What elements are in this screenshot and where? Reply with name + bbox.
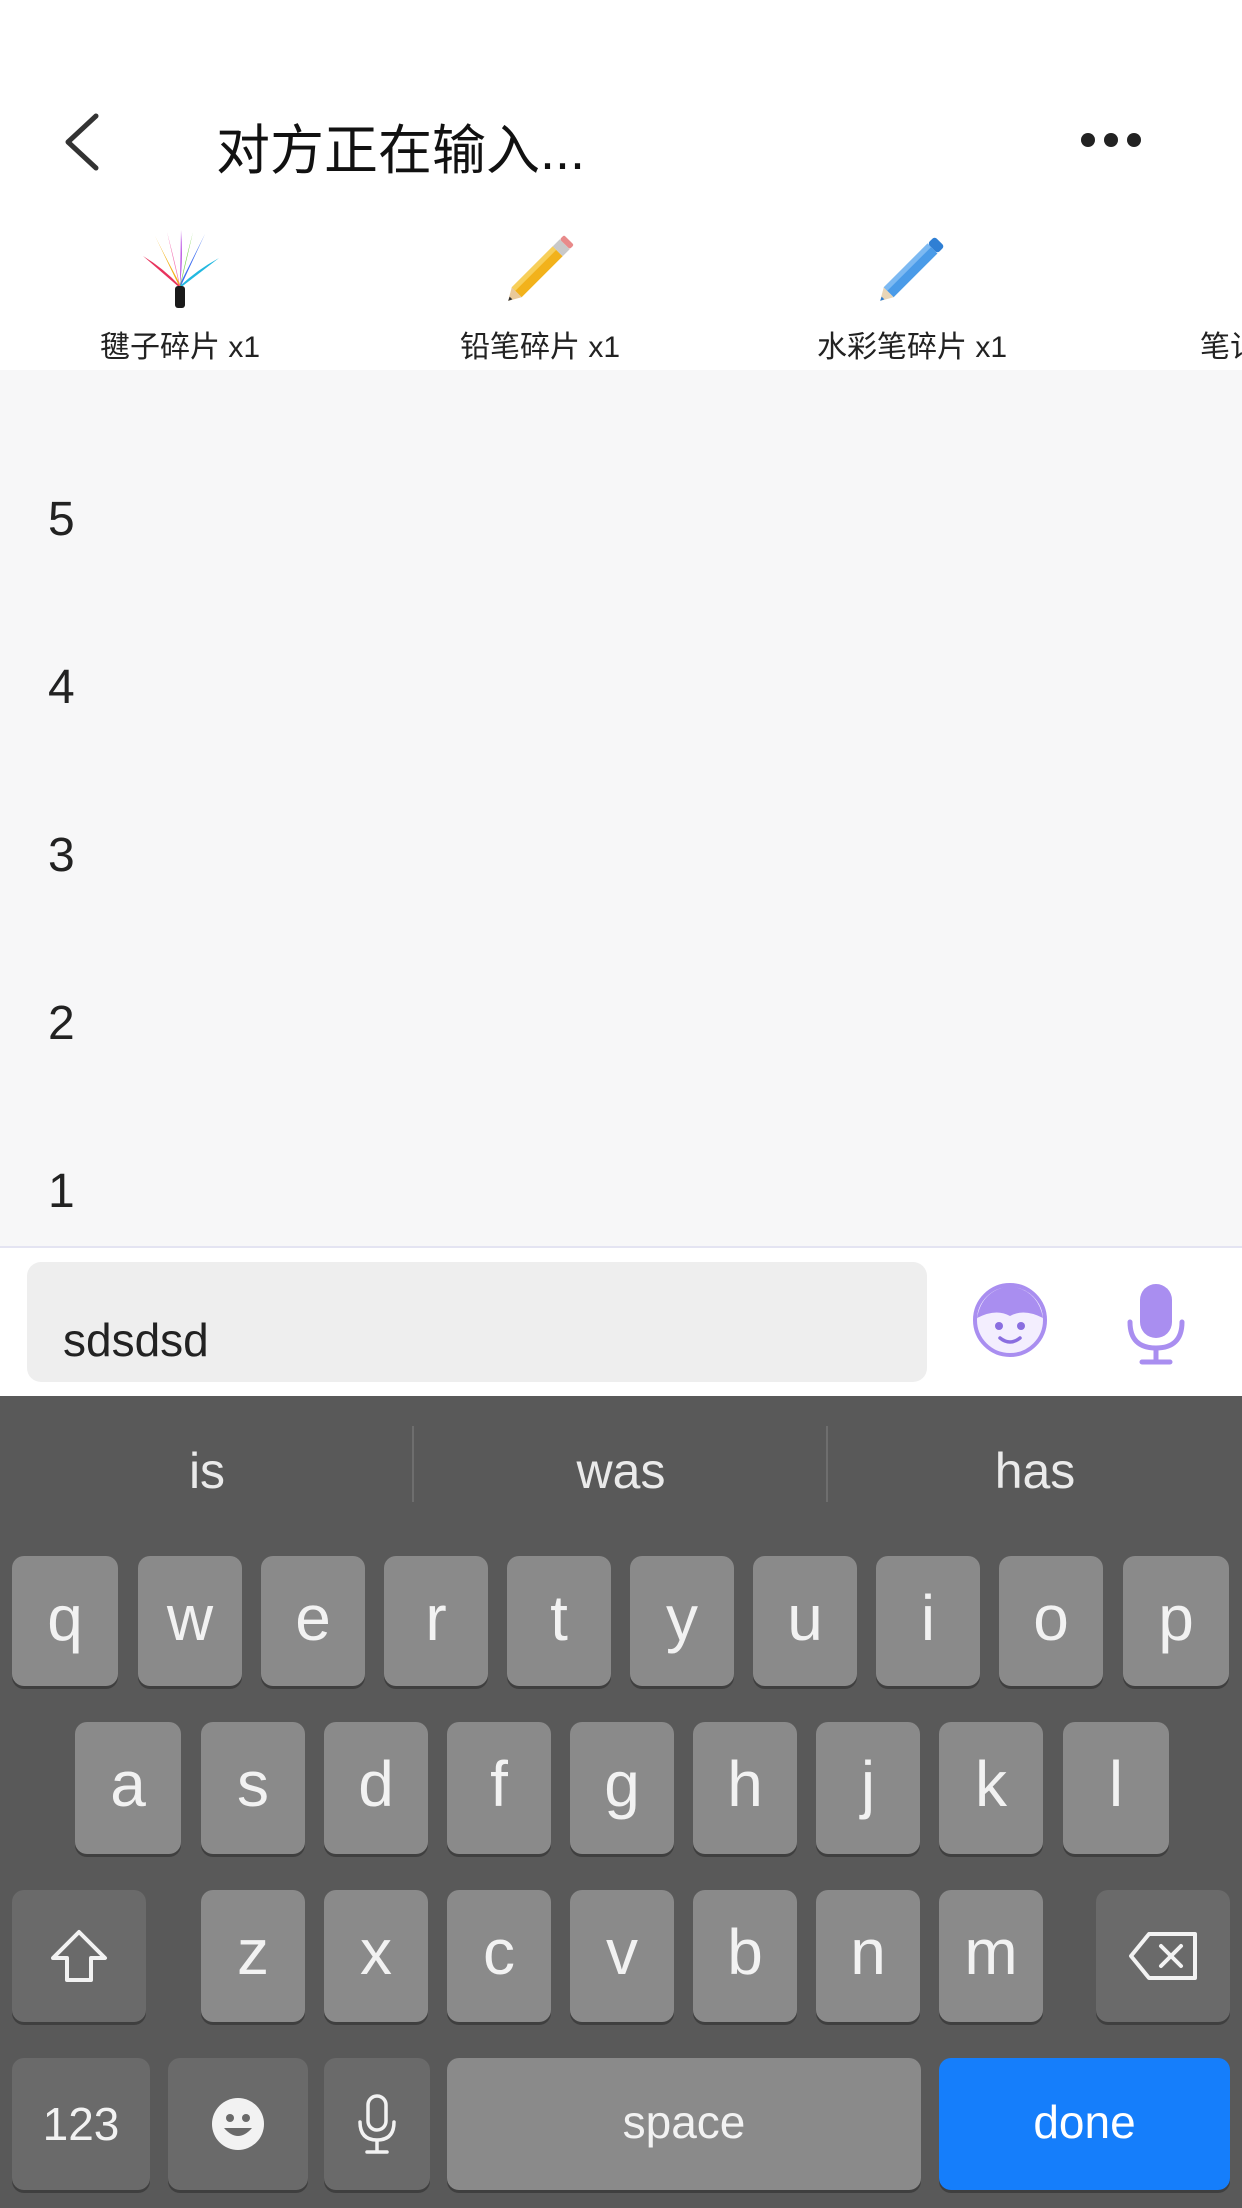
shift-key[interactable] [12, 1890, 146, 2022]
gift-label: 毽子碎片 x1 [99, 331, 261, 364]
key-e[interactable]: e [261, 1556, 365, 1686]
numbers-key[interactable]: 123 [12, 2058, 150, 2190]
suggestion-item[interactable]: has [828, 1426, 1242, 1516]
message-input[interactable]: sdsdsd [27, 1262, 927, 1382]
key-c[interactable]: c [447, 1890, 551, 2022]
key-x[interactable]: x [324, 1890, 428, 2022]
key-h[interactable]: h [693, 1722, 797, 1854]
suggestion-item[interactable]: was [414, 1426, 828, 1516]
key-m[interactable]: m [939, 1890, 1043, 2022]
keyboard: is was has q w e r t y u i o p a s d f g… [0, 1396, 1242, 2208]
key-t[interactable]: t [507, 1556, 611, 1686]
space-key[interactable]: space [447, 2058, 921, 2190]
more-button[interactable] [1076, 122, 1146, 158]
microphone-icon [1127, 1284, 1185, 1365]
suggestion-item[interactable]: is [0, 1426, 414, 1516]
key-a[interactable]: a [75, 1722, 181, 1854]
message-list[interactable]: 5 4 3 2 1 [0, 370, 1242, 1248]
key-d[interactable]: d [324, 1722, 428, 1854]
key-r[interactable]: r [384, 1556, 488, 1686]
face-icon [973, 1283, 1047, 1357]
chat-input-bar: sdsdsd [0, 1250, 1242, 1396]
gift-label: 笔记 [1200, 331, 1242, 364]
chevron-left-icon [65, 113, 99, 171]
gift-item-pencil[interactable]: 铅笔碎片 x1 [390, 210, 690, 370]
gift-label: 水彩笔碎片 x1 [816, 331, 1008, 364]
shift-icon [51, 1930, 107, 1982]
key-b[interactable]: b [693, 1890, 797, 2022]
message-item: 1 [48, 1165, 75, 1218]
ellipsis-icon [1081, 133, 1141, 147]
emoji-button[interactable] [972, 1282, 1048, 1358]
gift-label: 铅笔碎片 x1 [459, 331, 621, 364]
backspace-icon [1129, 1932, 1197, 1980]
message-item: 2 [48, 997, 75, 1050]
dictation-key[interactable] [324, 2058, 430, 2190]
key-o[interactable]: o [999, 1556, 1103, 1686]
message-item: 4 [48, 661, 75, 714]
message-item: 3 [48, 829, 75, 882]
emoji-icon [212, 2098, 264, 2150]
gift-item-watercolor-pen[interactable]: 水彩笔碎片 x1 [762, 210, 1062, 370]
key-w[interactable]: w [138, 1556, 242, 1686]
key-v[interactable]: v [570, 1890, 674, 2022]
back-button[interactable] [58, 112, 108, 172]
gift-item-notebook[interactable]: 笔记 [1070, 210, 1242, 370]
key-n[interactable]: n [816, 1890, 920, 2022]
key-q[interactable]: q [12, 1556, 118, 1686]
shuttlecock-icon [143, 230, 219, 308]
key-k[interactable]: k [939, 1722, 1043, 1854]
pencil-icon [508, 235, 574, 301]
suggestion-bar: is was has [0, 1396, 1242, 1546]
nav-header: 对方正在输入... [0, 0, 1242, 210]
voice-button[interactable] [1126, 1282, 1186, 1366]
key-y[interactable]: y [630, 1556, 734, 1686]
key-j[interactable]: j [816, 1722, 920, 1854]
key-u[interactable]: u [753, 1556, 857, 1686]
key-g[interactable]: g [570, 1722, 674, 1854]
key-l[interactable]: l [1063, 1722, 1169, 1854]
microphone-icon [358, 2094, 396, 2154]
gift-strip: 毽子碎片 x1 铅笔碎片 x1 水彩笔碎片 x1 笔 [0, 210, 1242, 370]
message-item: 5 [48, 493, 75, 546]
page-title: 对方正在输入... [216, 121, 586, 181]
key-i[interactable]: i [876, 1556, 980, 1686]
done-key[interactable]: done [939, 2058, 1230, 2190]
key-p[interactable]: p [1123, 1556, 1229, 1686]
key-s[interactable]: s [201, 1722, 305, 1854]
delete-key[interactable] [1096, 1890, 1230, 2022]
key-f[interactable]: f [447, 1722, 551, 1854]
gift-item-shuttlecock[interactable]: 毽子碎片 x1 [30, 210, 330, 370]
key-z[interactable]: z [201, 1890, 305, 2022]
watercolor-pen-icon [880, 237, 944, 301]
emoji-key[interactable] [168, 2058, 308, 2190]
